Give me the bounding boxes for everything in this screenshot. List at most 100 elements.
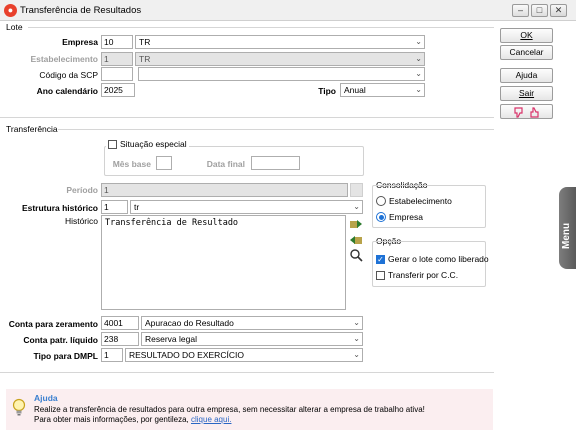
- conta-patr-liquido-combo[interactable]: Reserva legal ⌄: [141, 332, 363, 346]
- estabelecimento-combo-value: TR: [139, 54, 151, 64]
- transferencia-group-label: Transferência: [6, 124, 58, 134]
- insert-text-icon[interactable]: [349, 218, 363, 230]
- ano-calendario-input[interactable]: 2025: [101, 83, 135, 97]
- sair-button-label: Sair: [518, 88, 535, 98]
- estrutura-historico-label: Estrutura histórico: [21, 203, 98, 213]
- bottom-divider: [0, 372, 494, 373]
- conta-zeramento-combo-value: Apuracao do Resultado: [145, 318, 234, 328]
- codigo-scp-input[interactable]: [101, 67, 133, 81]
- estrutura-historico-code-input[interactable]: 1: [101, 200, 128, 214]
- feedback-icons: [514, 107, 539, 118]
- estabelecimento-combo: TR ⌄: [135, 52, 425, 66]
- ajuda-button[interactable]: Ajuda: [500, 68, 553, 83]
- maximize-button[interactable]: □: [531, 4, 548, 17]
- help-line-2: Para obter mais informações, por gentile…: [34, 415, 231, 424]
- tipo-dmpl-label: Tipo para DMPL: [33, 351, 98, 361]
- lightbulb-icon: [12, 398, 26, 416]
- empresa-radio-label: Empresa: [389, 212, 424, 222]
- ano-calendario-label: Ano calendário: [36, 86, 98, 96]
- feedback-buttons: [500, 104, 553, 119]
- ok-button-label: OK: [520, 30, 533, 40]
- periodo-input: 1: [101, 183, 348, 197]
- chevron-down-icon: ⌄: [353, 318, 360, 327]
- tipo-label: Tipo: [318, 86, 336, 96]
- cancelar-button[interactable]: Cancelar: [500, 45, 553, 60]
- empresa-radio[interactable]: [376, 212, 386, 222]
- gerar-lote-label: Gerar o lote como liberado: [388, 254, 489, 264]
- thumbs-down-icon[interactable]: [514, 107, 523, 118]
- help-line-1: Realize a transferência de resultados pa…: [34, 405, 425, 414]
- sair-button[interactable]: Sair: [500, 86, 553, 101]
- window-title: Transferência de Resultados: [20, 5, 142, 16]
- consolidacao-option-estabelecimento[interactable]: Estabelecimento: [376, 196, 452, 206]
- empresa-code-input[interactable]: 10: [101, 35, 133, 49]
- estabelecimento-label: Estabelecimento: [30, 54, 98, 64]
- transferir-cc-label: Transferir por C.C.: [388, 270, 459, 280]
- empresa-combo-value: TR: [139, 37, 151, 47]
- chevron-down-icon: ⌄: [353, 350, 360, 359]
- transferir-cc-row[interactable]: Transferir por C.C.: [376, 270, 458, 280]
- situacao-especial-label: Situação especial: [120, 139, 187, 149]
- codigo-scp-label: Código da SCP: [39, 70, 98, 80]
- tipo-dmpl-combo-value: RESULTADO DO EXERCÍCIO: [129, 350, 244, 360]
- conta-zeramento-code-input[interactable]: 4001: [101, 316, 139, 330]
- chevron-down-icon: ⌄: [415, 69, 422, 78]
- conta-patr-liquido-code-input[interactable]: 238: [101, 332, 139, 346]
- estrutura-historico-combo[interactable]: tr ⌄: [130, 200, 363, 214]
- transferir-cc-checkbox[interactable]: [376, 270, 385, 280]
- historico-text: Transferência de Resultado: [105, 218, 239, 228]
- situacao-especial-checkbox[interactable]: [108, 139, 117, 149]
- estrutura-historico-combo-value: tr: [134, 202, 140, 212]
- search-icon[interactable]: [349, 249, 363, 262]
- side-menu-tab[interactable]: Menu: [559, 187, 576, 269]
- close-button[interactable]: ✕: [550, 4, 567, 17]
- chevron-down-icon: ⌄: [415, 85, 422, 94]
- estabelecimento-code-input: 1: [101, 52, 133, 66]
- lote-divider: [28, 27, 494, 28]
- empresa-label: Empresa: [62, 37, 98, 47]
- help-title: Ajuda: [34, 393, 58, 403]
- tipo-combo-value: Anual: [344, 85, 366, 95]
- lote-group-label: Lote: [6, 22, 23, 32]
- estabelecimento-radio[interactable]: [376, 196, 386, 206]
- situacao-especial-checkbox-row[interactable]: Situação especial: [106, 139, 189, 149]
- thumbs-up-icon[interactable]: [530, 107, 539, 118]
- conta-patr-liquido-label: Conta patr. líquido: [23, 335, 98, 345]
- gerar-lote-checkbox[interactable]: ✓: [376, 254, 385, 264]
- chevron-down-icon: ⌄: [415, 37, 422, 46]
- periodo-lookup: [350, 183, 363, 197]
- ok-button[interactable]: OK: [500, 28, 553, 43]
- help-line-2-text: Para obter mais informações, por gentile…: [34, 415, 189, 424]
- historico-label: Histórico: [64, 216, 98, 226]
- conta-patr-liquido-combo-value: Reserva legal: [145, 334, 197, 344]
- opcao-frame: [372, 241, 486, 287]
- section-divider: [0, 117, 494, 118]
- consolidacao-option-empresa[interactable]: Empresa: [376, 212, 423, 222]
- cancelar-button-label: Cancelar: [509, 47, 544, 57]
- conta-zeramento-label: Conta para zeramento: [8, 319, 98, 329]
- ajuda-button-label: Ajuda: [515, 70, 538, 80]
- side-menu-label: Menu: [561, 222, 572, 249]
- tipo-dmpl-combo[interactable]: RESULTADO DO EXERCÍCIO ⌄: [125, 348, 363, 362]
- help-link[interactable]: clique aqui.: [191, 415, 231, 424]
- data-final-input: [251, 156, 300, 170]
- tipo-dmpl-code-input[interactable]: 1: [101, 348, 123, 362]
- conta-zeramento-combo[interactable]: Apuracao do Resultado ⌄: [141, 316, 363, 330]
- transferencia-divider: [58, 129, 494, 130]
- mes-base-label: Mês base: [112, 159, 151, 169]
- minimize-button[interactable]: –: [512, 4, 529, 17]
- chevron-down-icon: ⌄: [415, 54, 422, 63]
- historico-textarea[interactable]: Transferência de Resultado: [101, 215, 346, 310]
- data-final-label: Data final: [206, 159, 245, 169]
- gerar-lote-row[interactable]: ✓ Gerar o lote como liberado: [376, 254, 489, 264]
- app-logo-icon: ●: [4, 4, 17, 17]
- periodo-label: Período: [66, 185, 98, 195]
- chevron-down-icon: ⌄: [353, 202, 360, 211]
- empresa-combo[interactable]: TR ⌄: [135, 35, 425, 49]
- codigo-scp-combo[interactable]: ⌄: [138, 67, 425, 81]
- chevron-down-icon: ⌄: [353, 334, 360, 343]
- remove-text-icon[interactable]: [349, 234, 363, 246]
- tipo-combo[interactable]: Anual ⌄: [340, 83, 425, 97]
- estabelecimento-radio-label: Estabelecimento: [389, 196, 452, 206]
- mes-base-input: [156, 156, 172, 170]
